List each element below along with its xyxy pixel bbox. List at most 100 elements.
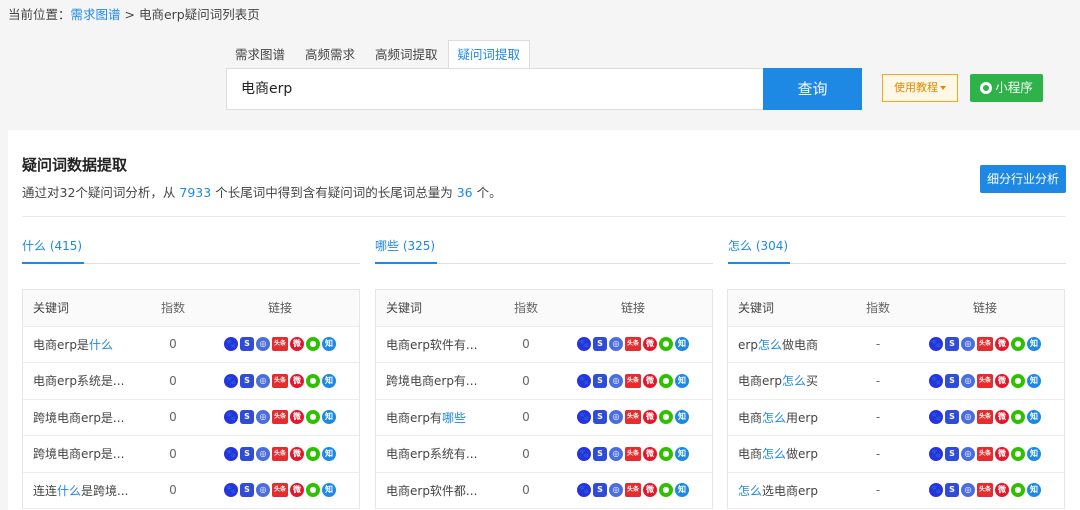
toutiao-icon[interactable]: 头条 xyxy=(625,337,641,352)
weibo-icon[interactable]: 微 xyxy=(643,483,657,498)
wechat-icon[interactable]: ● xyxy=(306,483,320,498)
sougou-icon[interactable]: S xyxy=(240,373,254,388)
baidu-icon[interactable]: 🐾 xyxy=(577,373,591,388)
keyword-cell[interactable]: 电商erp怎么买 xyxy=(728,372,850,389)
search-button[interactable]: 查询 xyxy=(763,68,862,110)
keyword-cell[interactable]: erp怎么做电商 xyxy=(728,336,850,353)
so360-icon[interactable]: ◎ xyxy=(256,410,270,425)
baidu-icon[interactable]: 🐾 xyxy=(577,483,591,498)
toutiao-icon[interactable]: 头条 xyxy=(272,410,288,425)
keyword-cell[interactable]: 电商erp软件都... xyxy=(376,482,498,499)
so360-icon[interactable]: ◎ xyxy=(609,373,623,388)
sougou-icon[interactable]: S xyxy=(240,337,254,352)
baidu-icon[interactable]: 🐾 xyxy=(224,410,238,425)
baidu-icon[interactable]: 🐾 xyxy=(929,446,943,461)
tab-high-frequency-words[interactable]: 高频词提取 xyxy=(365,40,448,69)
weibo-icon[interactable]: 微 xyxy=(290,373,304,388)
keyword-cell[interactable]: 电商怎么做erp xyxy=(728,445,850,462)
wechat-icon[interactable]: ● xyxy=(306,410,320,425)
zhihu-icon[interactable]: 知 xyxy=(675,446,689,461)
zhihu-icon[interactable]: 知 xyxy=(1027,446,1041,461)
sougou-icon[interactable]: S xyxy=(593,337,607,352)
toutiao-icon[interactable]: 头条 xyxy=(977,483,993,498)
so360-icon[interactable]: ◎ xyxy=(609,446,623,461)
sougou-icon[interactable]: S xyxy=(593,373,607,388)
tab-zenme[interactable]: 怎么 (304) xyxy=(728,236,791,264)
zhihu-icon[interactable]: 知 xyxy=(322,337,336,352)
weibo-icon[interactable]: 微 xyxy=(643,446,657,461)
so360-icon[interactable]: ◎ xyxy=(256,337,270,352)
so360-icon[interactable]: ◎ xyxy=(961,410,975,425)
so360-icon[interactable]: ◎ xyxy=(609,337,623,352)
zhihu-icon[interactable]: 知 xyxy=(1027,337,1041,352)
zhihu-icon[interactable]: 知 xyxy=(322,483,336,498)
sougou-icon[interactable]: S xyxy=(593,483,607,498)
industry-analysis-button[interactable]: 细分行业分析 xyxy=(980,165,1066,193)
zhihu-icon[interactable]: 知 xyxy=(322,410,336,425)
keyword-cell[interactable]: 连连什么是跨境... xyxy=(23,482,145,499)
weibo-icon[interactable]: 微 xyxy=(995,483,1009,498)
keyword-cell[interactable]: 电商erp是什么 xyxy=(23,336,145,353)
zhihu-icon[interactable]: 知 xyxy=(675,483,689,498)
weibo-icon[interactable]: 微 xyxy=(290,446,304,461)
baidu-icon[interactable]: 🐾 xyxy=(929,337,943,352)
zhihu-icon[interactable]: 知 xyxy=(675,373,689,388)
wechat-icon[interactable]: ● xyxy=(1011,410,1025,425)
toutiao-icon[interactable]: 头条 xyxy=(977,337,993,352)
so360-icon[interactable]: ◎ xyxy=(961,483,975,498)
sougou-icon[interactable]: S xyxy=(240,446,254,461)
toutiao-icon[interactable]: 头条 xyxy=(272,446,288,461)
wechat-icon[interactable]: ● xyxy=(659,483,673,498)
keyword-cell[interactable]: 电商erp系统是... xyxy=(23,372,145,389)
wechat-icon[interactable]: ● xyxy=(659,373,673,388)
search-input[interactable]: 电商erp xyxy=(226,68,764,110)
tab-high-frequency-demand[interactable]: 高频需求 xyxy=(295,40,365,69)
so360-icon[interactable]: ◎ xyxy=(609,483,623,498)
baidu-icon[interactable]: 🐾 xyxy=(224,483,238,498)
keyword-cell[interactable]: 怎么选电商erp xyxy=(728,482,850,499)
so360-icon[interactable]: ◎ xyxy=(256,373,270,388)
baidu-icon[interactable]: 🐾 xyxy=(577,446,591,461)
sougou-icon[interactable]: S xyxy=(945,446,959,461)
wechat-icon[interactable]: ● xyxy=(306,337,320,352)
baidu-icon[interactable]: 🐾 xyxy=(224,446,238,461)
toutiao-icon[interactable]: 头条 xyxy=(977,410,993,425)
baidu-icon[interactable]: 🐾 xyxy=(224,373,238,388)
tutorial-button[interactable]: 使用教程 xyxy=(882,74,958,102)
wechat-icon[interactable]: ● xyxy=(659,337,673,352)
keyword-cell[interactable]: 电商erp系统有... xyxy=(376,445,498,462)
tab-shenme[interactable]: 什么 (415) xyxy=(22,236,85,264)
toutiao-icon[interactable]: 头条 xyxy=(272,373,288,388)
weibo-icon[interactable]: 微 xyxy=(995,373,1009,388)
weibo-icon[interactable]: 微 xyxy=(290,483,304,498)
wechat-icon[interactable]: ● xyxy=(659,410,673,425)
so360-icon[interactable]: ◎ xyxy=(609,410,623,425)
toutiao-icon[interactable]: 头条 xyxy=(272,483,288,498)
wechat-icon[interactable]: ● xyxy=(659,446,673,461)
weibo-icon[interactable]: 微 xyxy=(643,337,657,352)
zhihu-icon[interactable]: 知 xyxy=(322,446,336,461)
wechat-icon[interactable]: ● xyxy=(1011,483,1025,498)
zhihu-icon[interactable]: 知 xyxy=(1027,373,1041,388)
weibo-icon[interactable]: 微 xyxy=(290,410,304,425)
zhihu-icon[interactable]: 知 xyxy=(1027,483,1041,498)
sougou-icon[interactable]: S xyxy=(945,337,959,352)
so360-icon[interactable]: ◎ xyxy=(256,483,270,498)
keyword-cell[interactable]: 跨境电商erp是... xyxy=(23,409,145,426)
toutiao-icon[interactable]: 头条 xyxy=(625,373,641,388)
breadcrumb-link-demand-graph[interactable]: 需求图谱 xyxy=(71,7,121,22)
weibo-icon[interactable]: 微 xyxy=(995,410,1009,425)
tab-demand-graph[interactable]: 需求图谱 xyxy=(225,40,295,69)
toutiao-icon[interactable]: 头条 xyxy=(272,337,288,352)
zhihu-icon[interactable]: 知 xyxy=(675,337,689,352)
baidu-icon[interactable]: 🐾 xyxy=(577,337,591,352)
weibo-icon[interactable]: 微 xyxy=(290,337,304,352)
so360-icon[interactable]: ◎ xyxy=(961,373,975,388)
zhihu-icon[interactable]: 知 xyxy=(1027,410,1041,425)
wechat-icon[interactable]: ● xyxy=(306,373,320,388)
keyword-cell[interactable]: 跨境电商erp是... xyxy=(23,445,145,462)
keyword-cell[interactable]: 跨境电商erp有... xyxy=(376,372,498,389)
so360-icon[interactable]: ◎ xyxy=(961,337,975,352)
toutiao-icon[interactable]: 头条 xyxy=(625,446,641,461)
toutiao-icon[interactable]: 头条 xyxy=(977,373,993,388)
